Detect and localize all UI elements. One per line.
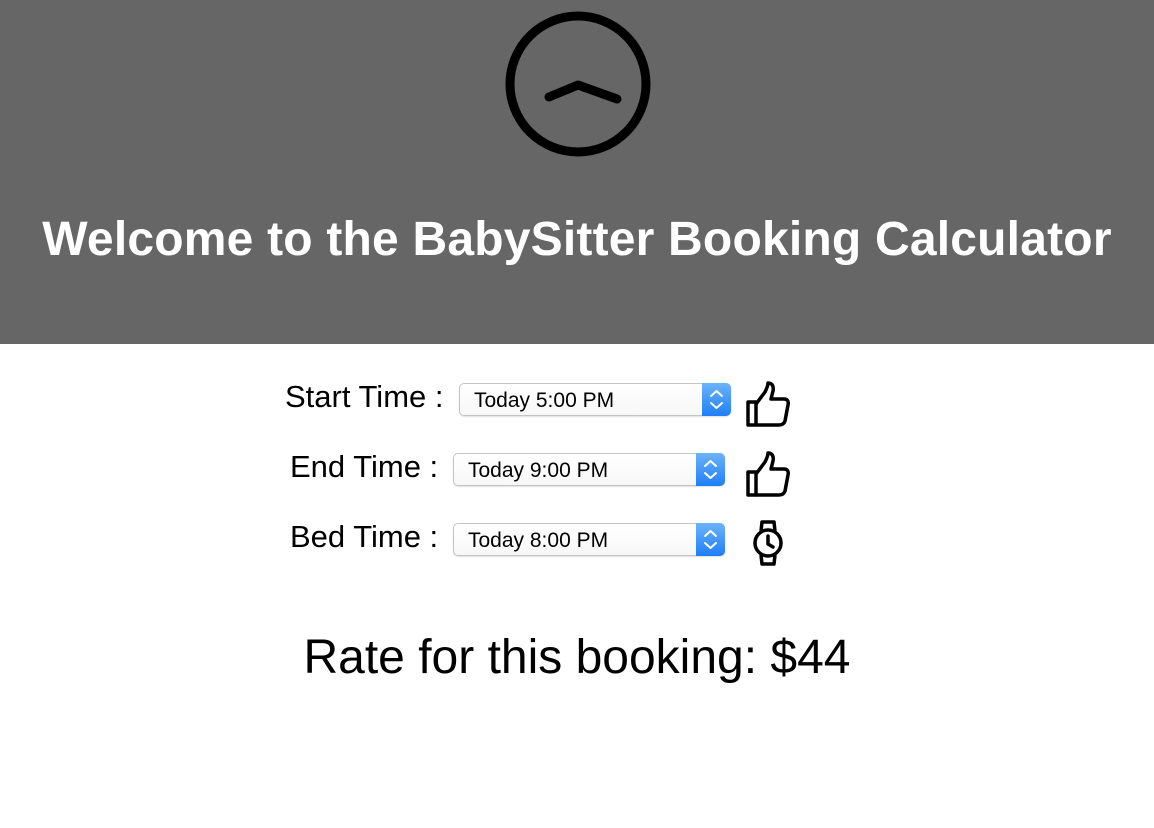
bed-time-select[interactable]: Today 8:00 PM <box>453 523 725 556</box>
up-down-arrows-icon <box>704 460 717 479</box>
end-time-stepper[interactable] <box>696 453 725 486</box>
thumbs-up-icon <box>746 451 790 497</box>
chevron-up-circle-icon <box>505 11 651 157</box>
start-time-value: Today 5:00 PM <box>474 389 615 412</box>
end-time-value: Today 9:00 PM <box>468 459 609 482</box>
booking-rate: Rate for this booking: $44 <box>303 631 851 684</box>
bed-time-value: Today 8:00 PM <box>468 529 609 552</box>
page-title: Welcome to the BabySitter Booking Calcul… <box>42 213 1112 266</box>
up-down-arrows-icon <box>710 390 723 409</box>
start-time-stepper[interactable] <box>702 383 731 416</box>
watch-icon <box>753 520 783 566</box>
start-time-label: Start Time : <box>285 379 444 414</box>
bed-time-label: Bed Time : <box>290 519 439 554</box>
start-time-select[interactable]: Today 5:00 PM <box>459 383 731 416</box>
end-time-label: End Time : <box>290 449 439 484</box>
end-time-select[interactable]: Today 9:00 PM <box>453 453 725 486</box>
header: Welcome to the BabySitter Booking Calcul… <box>0 0 1154 344</box>
thumbs-up-icon <box>746 381 790 427</box>
bed-time-stepper[interactable] <box>696 523 725 556</box>
up-down-arrows-icon <box>704 530 717 549</box>
